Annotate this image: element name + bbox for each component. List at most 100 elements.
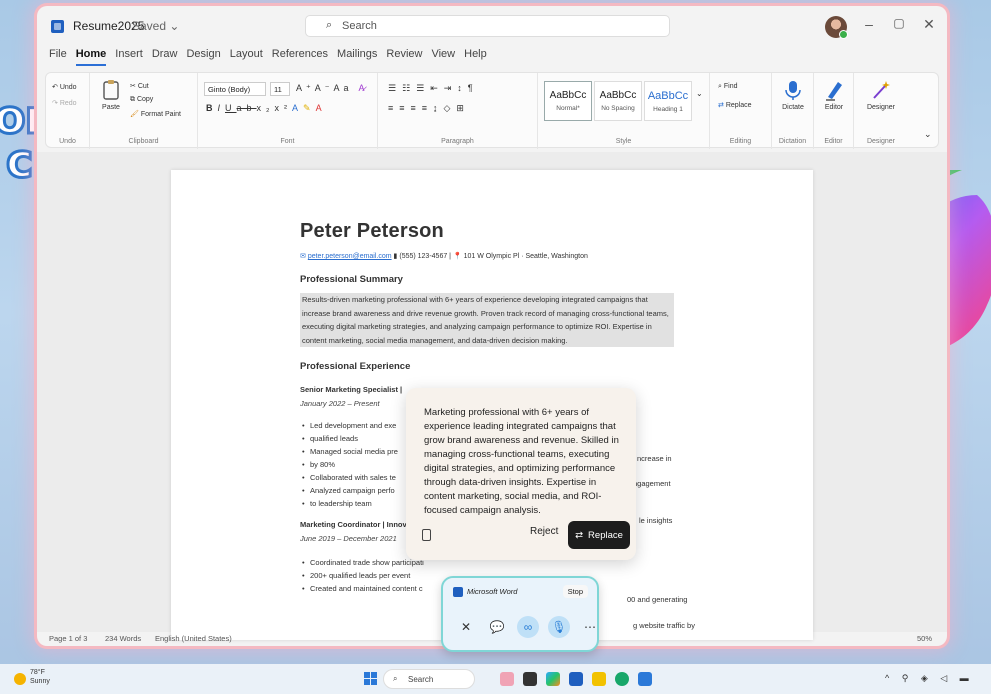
tab-help[interactable]: Help [464, 48, 487, 66]
style-heading-1[interactable]: AaBbCc Heading 1 [644, 81, 692, 121]
summary-heading: Professional Summary [300, 274, 403, 285]
find-button[interactable]: ⌕ Find [718, 83, 738, 91]
text-fragment: ncrease in [637, 454, 672, 463]
language-status[interactable]: English (United States) [155, 634, 232, 643]
word-taskbar-icon[interactable] [569, 672, 583, 686]
collapse-ribbon-icon[interactable]: ⌄ [924, 129, 932, 140]
list-item-continuation: qualified leads [310, 434, 358, 443]
store-icon[interactable] [638, 672, 652, 686]
maximize-button[interactable]: ▢ [889, 16, 909, 30]
toolbar-app-label: Microsoft Word [453, 587, 517, 598]
tab-design[interactable]: Design [186, 48, 220, 66]
group-label: Dictation [778, 138, 807, 145]
tab-file[interactable]: File [49, 48, 67, 66]
ribbon-group-designer: Designer Designer [854, 73, 908, 149]
word-count[interactable]: 234 Words [105, 634, 141, 643]
weather-widget[interactable]: 78°F Sunny [30, 668, 50, 686]
word-app-icon [453, 587, 463, 598]
list-indent-buttons[interactable]: ☰☷☰⇤⇥↕¶ [388, 83, 479, 94]
edge-browser-icon[interactable] [615, 672, 629, 686]
tab-draw[interactable]: Draw [152, 48, 178, 66]
tab-mailings[interactable]: Mailings [337, 48, 377, 66]
style-sample: AaBbCc [549, 90, 587, 101]
copy-icon[interactable] [422, 529, 431, 541]
style-no-spacing[interactable]: AaBbCc No Spacing [594, 81, 642, 121]
ribbon-group-paragraph: ☰☷☰⇤⇥↕¶ ≡≡≡≡↨◇⊞ Paragraph [378, 73, 538, 149]
undo-button[interactable]: ↶ Undo [52, 83, 77, 91]
title-search-box[interactable]: ⌕ Search [305, 15, 670, 37]
microphone-icon [785, 81, 801, 100]
font-size-select[interactable]: 11 [270, 82, 290, 96]
file-explorer-icon[interactable] [592, 672, 606, 686]
system-tray[interactable]: ^ ⚲ ◈ ◁ ▬ [885, 673, 974, 684]
cut-label: Cut [137, 83, 149, 90]
email-link[interactable]: peter.peterson@email.com [308, 253, 392, 260]
vision-icon[interactable]: ∞ [517, 616, 539, 638]
tab-insert[interactable]: Insert [115, 48, 143, 66]
editor-pen-icon [826, 82, 842, 101]
page-count[interactable]: Page 1 of 3 [49, 634, 87, 643]
copy-button[interactable]: ⧉ Copy [130, 96, 153, 104]
zoom-level[interactable]: 50% [917, 634, 932, 643]
minimize-button[interactable]: – [859, 16, 879, 32]
experience-heading: Professional Experience [300, 361, 411, 372]
reject-button[interactable]: Reject [530, 526, 558, 537]
taskbar-app-icon[interactable] [500, 672, 514, 686]
tab-references[interactable]: References [272, 48, 328, 66]
redo-button[interactable]: ↷ Redo [52, 99, 77, 107]
list-item-continuation: to leadership team [310, 499, 372, 508]
copilot-rewrite-popup: Marketing professional with 6+ years of … [406, 388, 636, 560]
title-bar: Resume2025 Saved ⌄ ⌕ Search – ▢ ✕ [37, 6, 947, 46]
swap-icon: ⇄ [575, 529, 584, 541]
group-label: Editing [729, 138, 752, 145]
microphone-icon[interactable]: 🎙 [548, 616, 570, 638]
styles-more-icon[interactable]: ⌄ [696, 89, 703, 98]
tab-view[interactable]: View [431, 48, 455, 66]
text-fragment: le insights [639, 516, 673, 525]
font-format-buttons[interactable]: BIUabx₂x²A✎A [206, 103, 327, 114]
style-normal[interactable]: AaBbCc Normal* [544, 81, 592, 121]
search-icon: ⌕ [393, 674, 398, 683]
replace-button[interactable]: ⇄ Replace [718, 101, 752, 109]
editor-button[interactable]: Editor [820, 79, 848, 111]
alignment-buttons[interactable]: ≡≡≡≡↨◇⊞ [388, 103, 470, 114]
dictate-label: Dictate [782, 104, 804, 111]
close-icon[interactable]: ✕ [455, 616, 477, 638]
copilot-taskbar-icon[interactable] [546, 672, 560, 686]
style-sample: AaBbCc [599, 90, 637, 101]
paste-label: Paste [102, 104, 120, 111]
taskbar-app-icon[interactable] [523, 672, 537, 686]
dictate-button[interactable]: Dictate [778, 79, 808, 111]
email-icon: ✉ [300, 253, 306, 260]
style-name: Heading 1 [653, 106, 683, 113]
stop-button[interactable]: Stop [562, 585, 588, 598]
user-avatar[interactable] [825, 16, 848, 39]
summary-paragraph-selected[interactable]: Results-driven marketing professional wi… [300, 293, 674, 347]
paste-button[interactable]: Paste [98, 79, 124, 111]
tab-layout[interactable]: Layout [230, 48, 263, 66]
format-paint-button[interactable]: 🖌 Format Paint [130, 110, 181, 118]
paste-icon [103, 80, 119, 100]
font-grow-shrink-buttons[interactable]: A⁺A⁻Aa A̷ [296, 83, 369, 94]
toolbar-actions: ✕ 💬 ∞ 🎙 ⋯ [455, 616, 601, 638]
chat-icon[interactable]: 💬 [486, 616, 508, 638]
replace-button[interactable]: ⇄ Replace [568, 521, 630, 549]
more-options-icon[interactable]: ⋯ [579, 616, 601, 638]
cut-button[interactable]: ✂ Cut [130, 82, 149, 90]
saved-status[interactable]: Saved ⌄ [132, 19, 179, 33]
taskbar-search[interactable]: ⌕ Search [383, 669, 475, 689]
ribbon-group-font: Ginto (Body) 11 A⁺A⁻Aa A̷ BIUabx₂x²A✎A F… [198, 73, 378, 149]
font-name-select[interactable]: Ginto (Body) [204, 82, 266, 96]
tab-review[interactable]: Review [386, 48, 422, 66]
replace-label: Replace [588, 529, 623, 541]
close-button[interactable]: ✕ [919, 16, 939, 33]
tab-home[interactable]: Home [75, 48, 107, 66]
word-app-icon [51, 20, 64, 33]
designer-button[interactable]: Designer [864, 79, 898, 111]
resume-name: Peter Peterson [300, 220, 444, 242]
designer-wand-icon [873, 81, 890, 99]
ribbon-group-dictation: Dictate Dictation [772, 73, 814, 149]
ribbon-group-clipboard: Paste ✂ Cut ⧉ Copy 🖌 Format Paint Clipbo… [90, 73, 198, 149]
start-button[interactable] [364, 672, 378, 686]
search-placeholder: Search [342, 20, 377, 32]
